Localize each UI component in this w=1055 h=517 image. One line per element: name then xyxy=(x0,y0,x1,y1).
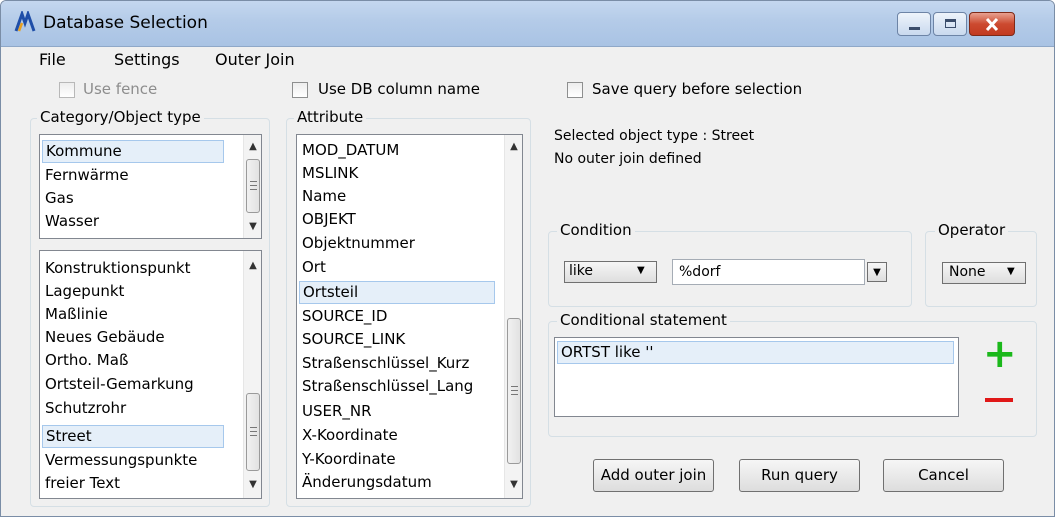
condition-value-dropdown-button[interactable]: ▼ xyxy=(867,262,887,282)
list-item[interactable]: SOURCE_ID xyxy=(299,305,495,328)
condition-operator-select[interactable]: like ▼ xyxy=(564,261,657,283)
condition-value-input[interactable]: %dorf xyxy=(672,259,865,285)
list-item[interactable]: Ort xyxy=(299,256,495,279)
list-item[interactable]: Fernwärme xyxy=(42,164,224,187)
list-item[interactable]: Y-Koordinate xyxy=(299,448,495,471)
category-label: Category/Object type xyxy=(37,108,204,126)
scroll-up-icon[interactable]: ▲ xyxy=(247,260,259,272)
app-icon xyxy=(14,11,36,32)
use-db-column-name-label: Use DB column name xyxy=(318,80,480,98)
list-item[interactable]: Lagepunkt xyxy=(42,280,224,303)
category-top-list[interactable]: Kommune Fernwärme Gas Wasser ▲ ▼ xyxy=(39,134,262,239)
chevron-down-icon: ▼ xyxy=(1007,266,1015,277)
attribute-scrollbar[interactable]: ▲ ▼ xyxy=(504,135,522,498)
list-item[interactable]: MSLINK xyxy=(299,162,495,185)
close-button[interactable] xyxy=(969,12,1015,36)
list-item[interactable]: USER_NR xyxy=(299,400,495,423)
maximize-icon xyxy=(945,19,956,28)
use-fence-label: Use fence xyxy=(83,80,158,98)
list-item[interactable]: Gas xyxy=(42,187,224,210)
list-item[interactable]: Neues Gebäude xyxy=(42,326,224,349)
list-item[interactable]: Vermessungspunkte xyxy=(42,449,224,472)
list-item[interactable]: Objektnummer xyxy=(299,232,495,255)
scroll-up-icon[interactable]: ▲ xyxy=(247,141,259,153)
operator-label: Operator xyxy=(935,221,1009,239)
close-icon xyxy=(985,18,999,31)
save-query-label: Save query before selection xyxy=(592,80,803,98)
list-item[interactable]: Ortho. Maß xyxy=(42,349,224,372)
operator-value: None xyxy=(949,264,986,280)
list-item-selected[interactable]: Street xyxy=(42,425,224,448)
list-item[interactable]: X-Koordinate xyxy=(299,424,495,447)
list-item-selected[interactable]: ORTST like '' xyxy=(557,341,954,364)
menu-settings[interactable]: Settings xyxy=(114,50,180,69)
list-item[interactable]: MOD_DATUM xyxy=(299,139,495,162)
condition-value-text: %dorf xyxy=(679,264,721,280)
menu-outer-join[interactable]: Outer Join xyxy=(215,50,295,69)
remove-condition-icon[interactable] xyxy=(985,398,1013,402)
list-item[interactable]: Straßenschlüssel_Lang xyxy=(299,375,495,398)
window-title: Database Selection xyxy=(43,13,208,33)
list-item[interactable]: OBJEKT xyxy=(299,208,495,231)
add-outer-join-button[interactable]: Add outer join xyxy=(593,459,714,492)
title-bar[interactable]: Database Selection xyxy=(1,1,1054,47)
selected-object-type-text: Selected object type : Street xyxy=(554,128,755,144)
minimize-button[interactable] xyxy=(897,12,931,36)
condition-operator-value: like xyxy=(569,263,594,279)
attribute-label: Attribute xyxy=(294,108,367,126)
list-item[interactable]: Name xyxy=(299,185,495,208)
category-bottom-list[interactable]: Konstruktionspunkt Lagepunkt Maßlinie Ne… xyxy=(39,250,262,499)
condition-label: Condition xyxy=(557,221,635,239)
conditional-statement-list[interactable]: ORTST like '' xyxy=(554,337,959,417)
save-query-checkbox[interactable] xyxy=(567,82,583,98)
chevron-down-icon: ▼ xyxy=(873,267,881,278)
conditional-statement-label: Conditional statement xyxy=(557,311,730,329)
maximize-button[interactable] xyxy=(933,12,967,36)
chevron-down-icon: ▼ xyxy=(637,265,645,276)
minimize-icon xyxy=(909,27,920,30)
list-item[interactable]: Kommune xyxy=(42,140,224,163)
list-item[interactable]: Straßenschlüssel_Kurz xyxy=(299,352,495,375)
list-item-selected[interactable]: Ortsteil xyxy=(299,281,495,304)
category-top-scrollbar[interactable]: ▲ ▼ xyxy=(243,135,261,238)
list-item[interactable]: freier Text xyxy=(42,472,224,495)
menu-file[interactable]: File xyxy=(39,50,66,69)
attribute-list[interactable]: MOD_DATUM MSLINK Name OBJEKT Objektnumme… xyxy=(296,134,523,499)
list-item[interactable]: Wasser xyxy=(42,210,224,233)
use-fence-checkbox[interactable] xyxy=(59,82,75,98)
scroll-down-icon[interactable]: ▼ xyxy=(247,221,259,233)
scroll-up-icon[interactable]: ▲ xyxy=(508,141,520,153)
use-db-column-name-checkbox[interactable] xyxy=(292,82,308,98)
cancel-button[interactable]: Cancel xyxy=(883,459,1004,492)
list-item[interactable]: Maßlinie xyxy=(42,303,224,326)
scroll-down-icon[interactable]: ▼ xyxy=(247,479,259,491)
list-item[interactable]: Ortsteil-Gemarkung xyxy=(42,373,224,396)
database-selection-window: Database Selection File Settings Outer J… xyxy=(0,0,1055,517)
scroll-down-icon[interactable]: ▼ xyxy=(508,479,520,491)
operator-select[interactable]: None ▼ xyxy=(942,262,1026,284)
outer-join-status-text: No outer join defined xyxy=(554,151,702,167)
run-query-button[interactable]: Run query xyxy=(739,459,860,492)
category-bottom-scrollbar[interactable]: ▲ ▼ xyxy=(243,251,261,498)
list-item[interactable]: Konstruktionspunkt xyxy=(42,257,224,280)
add-condition-icon[interactable]: + xyxy=(983,334,1017,374)
list-item[interactable]: SOURCE_LINK xyxy=(299,328,495,351)
list-item[interactable]: Schutzrohr xyxy=(42,397,224,420)
scroll-thumb[interactable] xyxy=(507,318,521,464)
list-item[interactable]: Änderungsdatum xyxy=(299,471,495,494)
scroll-thumb[interactable] xyxy=(246,393,260,471)
scroll-thumb[interactable] xyxy=(246,159,260,213)
